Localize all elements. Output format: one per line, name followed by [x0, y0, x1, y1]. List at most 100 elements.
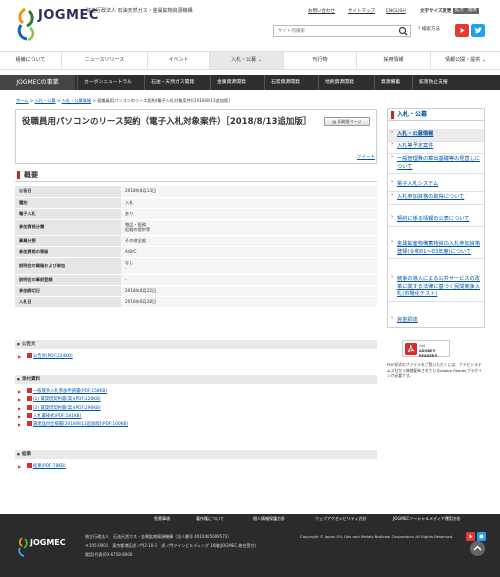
- business-nav-carbon-neutral[interactable]: カーボンニュートラル: [77, 75, 138, 90]
- notice-heading: 公告文: [15, 340, 377, 349]
- arrow-right-icon: ▶: [18, 405, 22, 411]
- overview-key: 参加締切日: [15, 285, 121, 297]
- twitter-icon[interactable]: [471, 24, 485, 37]
- footer-link-accessibility[interactable]: ウェブアクセシビリティ方針: [315, 514, 367, 524]
- business-nav-stockpiling[interactable]: 資源備蓄: [374, 75, 406, 90]
- nav-item-events[interactable]: イベント: [148, 52, 210, 69]
- footer-link-privacy[interactable]: 個人情報保護方針: [253, 514, 285, 524]
- business-nav-mine-pollution[interactable]: 鉱害防止支援: [412, 75, 454, 90]
- attachments-list: ▶ 一般競争入札参加申請書(PDF:158KB) ▶ (1) 賃貸借契約書(案)(P…: [18, 388, 128, 429]
- notice-file[interactable]: ▶ 公告文(PDF:224KB): [18, 353, 73, 361]
- adobe-reader-icon: [405, 343, 417, 355]
- arrow-right-icon: ▶: [18, 389, 22, 394]
- breadcrumb-procurement-info[interactable]: 入札・公募情報: [62, 98, 91, 103]
- adobe-reader-box: Get ADOBE® READER® PDF形式のファイルをご覧いただくには、ア…: [387, 337, 485, 389]
- overview-key: 入札日: [15, 296, 121, 308]
- nav-item-news[interactable]: ニュースリリース: [62, 52, 148, 69]
- jogmec-logo-mark-icon[interactable]: [15, 7, 37, 41]
- sidebar-item-metal-stockpile[interactable]: 金属鉱産物備蓄物資の入札参加資格登録(令和01〜03年度)について: [388, 239, 484, 260]
- search-icon[interactable]: [396, 26, 410, 36]
- overview-key: 電子入札: [15, 208, 121, 220]
- overview-value: その他全般: [121, 235, 377, 247]
- overview-row: 参加資格の等級 A/B/C: [15, 246, 377, 258]
- footer-logo[interactable]: JOGMEC: [30, 538, 66, 549]
- attachment-file[interactable]: ▶ (2) 賃貸借契約書(案)(PDF:296KB): [18, 404, 128, 413]
- breadcrumb-home[interactable]: ホーム: [16, 98, 28, 103]
- overview-key: 説明会の開催および参加: [15, 257, 121, 275]
- attachment-file[interactable]: ▶ 調達品目仕様書[2018/8/13追加版](PDF:100KB): [18, 421, 128, 429]
- overview-row: 事業分野 その他全般: [15, 235, 377, 247]
- attachment-file[interactable]: ▶ (1) 賃貸借契約書(案)(PDF:228KB): [18, 396, 128, 404]
- overview-row: 入札日 2018年8月28日: [15, 296, 377, 308]
- site-search: [273, 25, 411, 37]
- sitemap-link[interactable]: サイトマップ: [348, 9, 375, 15]
- nav-item-recruit[interactable]: 採用情報: [357, 52, 431, 69]
- business-nav-oil-gas[interactable]: 石油・天然ガス開発: [144, 75, 200, 90]
- overview-key: 参加資格分類: [15, 219, 121, 236]
- nav-item-about[interactable]: 組織について: [0, 52, 62, 69]
- youtube-icon[interactable]: [455, 24, 469, 37]
- overview-value: 2018年8月13日: [121, 186, 377, 198]
- page-top-icon[interactable]: [470, 541, 485, 556]
- sidebar-item-funding[interactable]: 資金調達: [388, 315, 484, 327]
- contact-link[interactable]: お問い合わせ: [308, 9, 335, 15]
- attachment-file[interactable]: ▶ 一般競争入札参加申請書(PDF:158KB): [18, 388, 128, 396]
- pdf-icon: [27, 404, 32, 410]
- org-name: 独立行政法人 石油天然ガス・金属鉱物資源機構: [86, 8, 193, 14]
- site-header: JOGMEC 独立行政法人 石油天然ガス・金属鉱物資源機構 お問い合わせ サイト…: [0, 0, 500, 46]
- arrow-right-icon: ▶: [18, 354, 22, 359]
- english-link[interactable]: ENGLISH: [386, 9, 406, 15]
- footer-link-social-policy[interactable]: JOGMECソーシャルメディア運用方針: [393, 514, 461, 524]
- advanced-search-link[interactable]: ? 検索方法: [418, 27, 440, 33]
- youtube-icon[interactable]: [466, 532, 475, 541]
- sidebar-item-qualification[interactable]: 入札参加資格の取得について: [388, 192, 484, 205]
- twitter-icon[interactable]: [477, 532, 486, 541]
- print-page-button[interactable]: ▤ 印刷用ページ: [324, 117, 370, 126]
- breadcrumb-current: 役職員用パソコンのリース契約(電子入札対象案件)[2018/8/13追加版]: [97, 98, 230, 103]
- nav-item-procurement[interactable]: 入札・公募 ⌄: [210, 52, 284, 69]
- arrow-right-icon: ▶: [18, 422, 22, 428]
- business-nav: JOGMECの事業 カーボンニュートラル 石油・天然ガス開発 金属資源開発 石炭…: [0, 75, 500, 90]
- overview-row: 種別 入札: [15, 197, 377, 209]
- page-title: 役職員用パソコンのリース契約（電子入札対象案件）［2018/8/13追加版］: [22, 117, 312, 127]
- chevron-down-icon: ⌄: [257, 57, 262, 63]
- sidebar-heading[interactable]: 入札・公募: [388, 109, 484, 121]
- nav-item-publications[interactable]: 刊行物: [284, 52, 357, 69]
- pdf-icon: [27, 353, 32, 358]
- business-nav-geothermal[interactable]: 地熱資源開発: [318, 75, 360, 90]
- overview-row: 電子入札 あり: [15, 208, 377, 220]
- main-nav: 組織について ニュースリリース イベント 入札・公募 ⌄ 刊行物 採用情報 情報…: [0, 51, 500, 70]
- attachment-file[interactable]: ▶ 入札書様式(PDF:181KB): [18, 412, 128, 421]
- footer-link-copyright[interactable]: 著作権について: [196, 514, 224, 524]
- pdf-icon: [27, 412, 32, 418]
- footer-nav: 免責事項 著作権について 個人情報保護方針 ウェブアクセシビリティ方針 JOGM…: [0, 514, 500, 524]
- business-nav-coal[interactable]: 石炭資源開発: [264, 75, 306, 90]
- nav-item-disclosure[interactable]: 情報公開・提供 ⌄: [431, 52, 500, 69]
- pdf-icon: [27, 388, 32, 393]
- search-input[interactable]: [274, 26, 392, 36]
- tweet-link[interactable]: ツイート: [357, 155, 375, 161]
- footer-link-disclaimer[interactable]: 免責事項: [154, 514, 170, 524]
- overview-value: 2018年8月22日: [121, 285, 377, 297]
- business-nav-title: JOGMECの事業: [0, 75, 75, 90]
- business-nav-metals[interactable]: 金属資源開発: [210, 75, 252, 90]
- get-adobe-reader-badge[interactable]: Get ADOBE® READER®: [402, 340, 450, 358]
- overview-row: 参加資格分類 物品・役務 役務の提供等: [15, 219, 377, 236]
- sidebar-item-admin-cost[interactable]: 一般管理費の算出基礎等の見直しについて: [388, 154, 484, 175]
- overview-table: 公告日 2018年8月13日 種別 入札 電子入札 あり 参加資格分類 物品・役務 役務の提供…: [15, 186, 377, 308]
- overview-value: A/B/C: [121, 246, 377, 258]
- sidebar-item-contract-disclosure[interactable]: 契約に係る情報の公表について: [388, 214, 484, 227]
- breadcrumb-procurement[interactable]: 入札・公募: [35, 98, 56, 103]
- overview-value: 入札: [121, 197, 377, 209]
- overview-heading: 概要: [15, 168, 377, 182]
- font-size-large-button[interactable]: 拡大: [453, 8, 466, 14]
- overview-key: 公告日: [15, 186, 121, 198]
- sidebar-item-e-bidding[interactable]: 電子入札システム: [388, 179, 484, 192]
- font-size-standard-button[interactable]: 標準: [466, 8, 479, 14]
- result-file[interactable]: ▶ 結果(PDF:78KB): [18, 463, 66, 471]
- sidebar-item-procurement-info[interactable]: 入札・公募情報: [388, 129, 484, 142]
- sidebar-item-market-test[interactable]: 競争の導入による公共サービスの改革に関する法律に基づく民間競争入札(市場化テスト…: [388, 274, 484, 302]
- overview-value: 物品・役務 役務の提供等: [121, 219, 377, 236]
- sidebar-item-planned[interactable]: 入札等予定案件: [388, 141, 484, 154]
- overview-value: あり: [121, 208, 377, 220]
